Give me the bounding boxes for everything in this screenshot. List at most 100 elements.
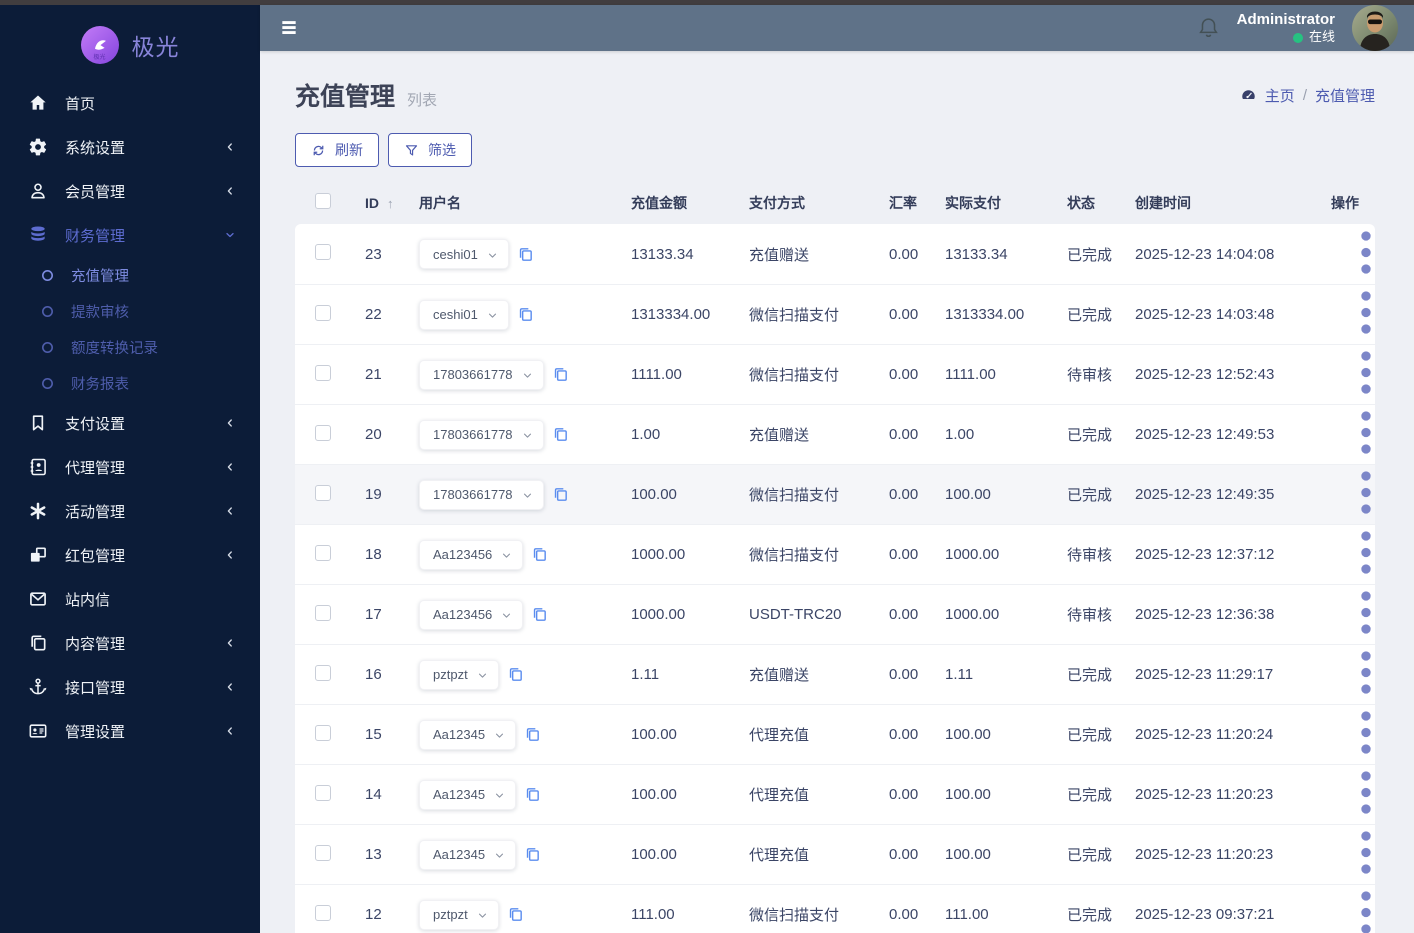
cell-amount: 1000.00 [631,546,686,563]
breadcrumb-home-link[interactable]: 主页 [1265,85,1295,106]
username-select-value: 17803661778 [433,367,513,382]
sort-up-icon[interactable]: ↑ [387,196,394,211]
sidebar-item-label: 站内信 [65,591,111,609]
row-actions-button[interactable] [1344,891,1388,933]
row-actions-button[interactable] [1344,411,1388,464]
cell-amount: 111.00 [631,906,675,923]
row-checkbox[interactable] [315,364,331,381]
recharge-table: ID ↑ 用户名 充值金额 支付方式 汇率 实际支付 状态 创建时间 操作 23 ceshi01 13… [295,181,1375,933]
filter-button[interactable]: 筛选 [388,133,472,167]
row-actions-button[interactable] [1344,351,1388,404]
sidebar-item-admin-settings[interactable]: 管理设置 [0,709,260,753]
breadcrumb-current[interactable]: 充值管理 [1315,85,1375,106]
copy-username-icon[interactable] [531,606,548,623]
sidebar: 极光 极光 首页 系统设置 会员管理 财务管理 充值管理 提款审核 额度转换记录 财务报表 支付… [0,5,260,933]
row-actions-button[interactable] [1344,291,1388,344]
username-select[interactable]: ceshi01 [419,239,509,269]
row-actions-button[interactable] [1344,471,1388,524]
sidebar-item-redpacket-management[interactable]: 红包管理 [0,533,260,577]
row-checkbox[interactable] [315,664,331,681]
row-checkbox[interactable] [315,904,331,921]
sidebar-subitem-withdraw-review[interactable]: 提款审核 [0,293,260,329]
row-checkbox[interactable] [315,244,331,260]
header-cell-method: 支付方式 [749,194,805,211]
sidebar-item-site-message[interactable]: 站内信 [0,577,260,621]
sidebar-item-agent-management[interactable]: 代理管理 [0,445,260,489]
username-select[interactable]: 17803661778 [419,359,544,390]
copy-username-icon[interactable] [552,486,569,503]
username-select[interactable]: Aa12345 [419,839,517,870]
username-select[interactable]: Aa123456 [419,539,524,570]
sidebar-item-interface-management[interactable]: 接口管理 [0,665,260,709]
row-checkbox[interactable] [315,544,331,561]
cell-action [1321,585,1375,644]
row-actions-button[interactable] [1344,531,1388,584]
username-select[interactable]: ceshi01 [419,299,509,330]
row-checkbox[interactable] [315,304,331,321]
cell-id: 13 [365,846,382,863]
chevron-left-icon [224,725,236,737]
row-checkbox[interactable] [315,724,331,741]
cell-id: 20 [365,426,382,443]
cell-status: 已完成 [1067,427,1113,444]
cell-created: 2025-12-23 12:37:12 [1135,546,1275,563]
sidebar-item-member-management[interactable]: 会员管理 [0,169,260,213]
cell-id: 18 [365,546,382,563]
sidebar-toggle-button[interactable] [278,18,300,38]
sidebar-item-content-management[interactable]: 内容管理 [0,621,260,665]
copy-username-icon[interactable] [517,306,534,323]
username-select[interactable]: 17803661778 [419,419,544,450]
chevron-down-icon [522,489,533,500]
sidebar-item-home[interactable]: 首页 [0,81,260,125]
copy-username-icon[interactable] [507,666,524,683]
row-actions-button[interactable] [1344,651,1388,704]
row-actions-button[interactable] [1344,711,1388,764]
sidebar-subitem-recharge-management[interactable]: 充值管理 [0,257,260,293]
username-select[interactable]: pztpzt [419,659,499,690]
row-checkbox[interactable] [315,604,331,621]
username-select[interactable]: 17803661778 [419,479,544,510]
row-checkbox[interactable] [315,484,331,501]
username-select[interactable]: pztpzt [419,899,499,930]
copy-username-icon[interactable] [517,246,534,263]
row-actions-button[interactable] [1344,230,1388,284]
row-checkbox[interactable] [315,844,331,861]
copy-username-icon[interactable] [524,846,541,863]
copy-username-icon[interactable] [524,786,541,803]
user-meta[interactable]: Administrator 在线 [1237,10,1335,46]
sidebar-item-system-settings[interactable]: 系统设置 [0,125,260,169]
user-avatar[interactable] [1352,5,1398,51]
cell-rate: 0.00 [889,726,919,743]
copy-username-icon[interactable] [552,366,569,383]
username-select[interactable]: Aa12345 [419,719,517,750]
row-actions-button[interactable] [1344,771,1388,824]
copy-username-icon[interactable] [531,546,548,563]
sidebar-item-payment-settings[interactable]: 支付设置 [0,401,260,445]
sidebar-subitem-finance-reports[interactable]: 财务报表 [0,365,260,401]
refresh-button[interactable]: 刷新 [295,133,379,167]
sidebar-subitem-quota-conversion-records[interactable]: 额度转换记录 [0,329,260,365]
username-select[interactable]: Aa123456 [419,599,524,630]
copy-username-icon[interactable] [507,906,524,923]
circle-icon [40,340,55,355]
copy-username-icon[interactable] [552,426,569,443]
row-actions-button[interactable] [1344,591,1388,644]
envelope-icon [28,589,48,609]
copy-username-icon[interactable] [524,726,541,743]
sidebar-item-finance-management[interactable]: 财务管理 [0,213,260,257]
chevron-down-icon [501,609,512,620]
address-book-icon [28,457,48,477]
header-cell-id[interactable]: ID ↑ [351,195,413,211]
cell-method: 代理充值 [749,787,810,804]
cell-status: 待审核 [1067,547,1113,564]
cell-username: pztpzt [413,899,625,930]
username-select[interactable]: Aa12345 [419,779,517,810]
row-checkbox[interactable] [315,424,331,441]
notifications-bell-icon[interactable] [1197,16,1220,41]
brand[interactable]: 极光 极光 [0,5,260,81]
select-all-checkbox[interactable] [315,193,331,209]
row-actions-button[interactable] [1344,831,1388,884]
sidebar-item-activity-management[interactable]: 活动管理 [0,489,260,533]
row-checkbox[interactable] [315,784,331,801]
cell-created: 2025-12-23 11:29:17 [1135,666,1274,683]
